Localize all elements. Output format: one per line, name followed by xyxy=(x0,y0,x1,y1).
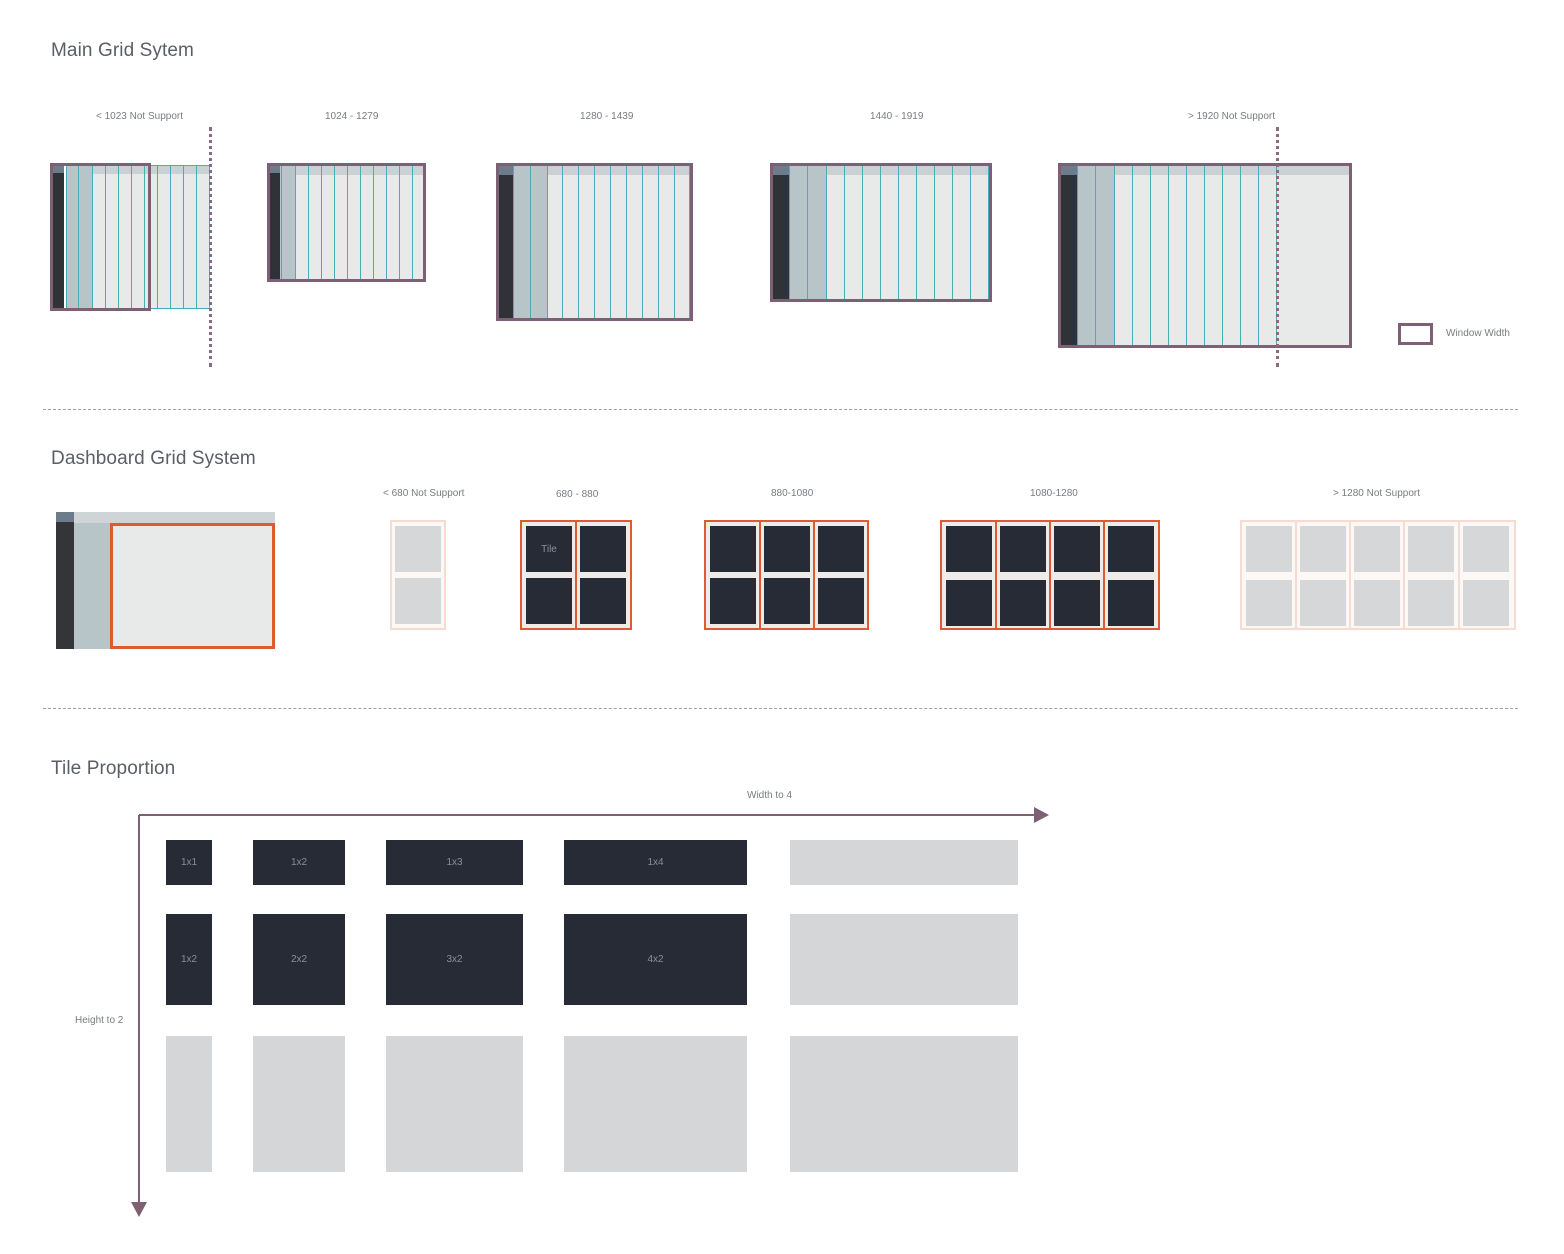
tile-ghost xyxy=(253,1036,345,1172)
x-axis-label: Width to 4 xyxy=(747,790,793,801)
tile-4x2: 4x2 xyxy=(564,914,747,1005)
tile-ghost xyxy=(564,1036,747,1172)
tile-ghost xyxy=(790,840,1018,885)
tile-1x1: 1x1 xyxy=(166,840,212,885)
arrow-right-icon xyxy=(1034,807,1049,823)
tile-3x2: 3x2 xyxy=(386,914,523,1005)
proportion-axes xyxy=(131,807,1049,1217)
arrow-down-icon xyxy=(131,1202,147,1217)
tile-ghost xyxy=(166,1036,212,1172)
tile-2x1: 1x2 xyxy=(166,914,212,1005)
tile-ghost xyxy=(386,1036,523,1172)
y-axis-label: Height to 2 xyxy=(75,1015,124,1026)
tile-2x2: 2x2 xyxy=(253,914,345,1005)
tile-ghost xyxy=(790,914,1018,1005)
tile-1x3: 1x3 xyxy=(386,840,523,885)
tile-1x4: 1x4 xyxy=(564,840,747,885)
tile-1x2: 1x2 xyxy=(253,840,345,885)
tile-ghost xyxy=(790,1036,1018,1172)
